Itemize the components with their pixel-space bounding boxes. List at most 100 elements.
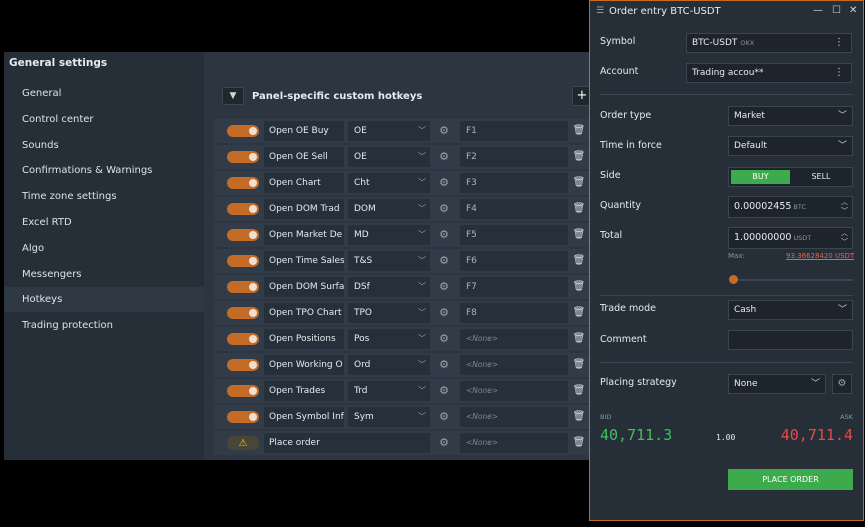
order-type-select[interactable]: Market ﹀ xyxy=(728,106,853,126)
hotkey-abbr-select[interactable]: OE ﹀ xyxy=(348,147,430,167)
gear-icon[interactable]: ⚙ xyxy=(436,253,452,269)
more-icon[interactable]: ⋮ xyxy=(834,34,844,52)
gear-icon[interactable]: ⚙ xyxy=(436,123,452,139)
amount-slider-track[interactable] xyxy=(732,279,853,281)
hotkey-name-field[interactable]: Open DOM Surfa xyxy=(264,277,344,297)
close-icon[interactable]: ✕ xyxy=(849,5,857,16)
hotkey-enabled-toggle[interactable] xyxy=(227,203,259,215)
strategy-settings-button[interactable]: ⚙ xyxy=(832,374,852,394)
hotkey-abbr-select[interactable]: DOM ﹀ xyxy=(348,199,430,219)
hotkey-name-field[interactable]: Open Time Sales xyxy=(264,251,344,271)
hotkey-abbr-select[interactable]: Ord ﹀ xyxy=(348,355,430,375)
hotkey-name-field[interactable]: Open Positions xyxy=(264,329,344,349)
nav-item-control-center[interactable]: Control center xyxy=(4,107,204,132)
hotkey-key-field[interactable]: <None> xyxy=(460,407,568,427)
hotkey-abbr-select[interactable]: Trd ﹀ xyxy=(348,381,430,401)
hotkey-enabled-toggle[interactable] xyxy=(227,411,259,423)
collapse-button[interactable]: ▼ xyxy=(222,87,244,105)
nav-item-messengers[interactable]: Messengers xyxy=(4,262,204,287)
gear-icon[interactable]: ⚙ xyxy=(436,331,452,347)
trash-icon[interactable]: 🗑 xyxy=(572,227,586,243)
hotkey-key-field[interactable]: F7 xyxy=(460,277,568,297)
symbol-field[interactable]: BTC-USDT OKX ⋮ xyxy=(686,33,852,53)
hotkey-name-field[interactable]: Open Market De xyxy=(264,225,344,245)
max-value[interactable]: 93.36628420 USDT xyxy=(786,252,854,260)
trash-icon[interactable]: 🗑 xyxy=(572,123,586,139)
hotkey-abbr-select[interactable]: TPO ﹀ xyxy=(348,303,430,323)
hotkey-key-field[interactable]: F6 xyxy=(460,251,568,271)
nav-item-trading-protection[interactable]: Trading protection xyxy=(4,313,204,338)
menu-icon[interactable]: ☰ xyxy=(596,6,604,16)
gear-icon[interactable]: ⚙ xyxy=(436,305,452,321)
trash-icon[interactable]: 🗑 xyxy=(572,175,586,191)
hotkey-name-field[interactable]: Open DOM Trad xyxy=(264,199,344,219)
gear-icon[interactable]: ⚙ xyxy=(436,435,452,451)
trash-icon[interactable]: 🗑 xyxy=(572,435,586,451)
hotkey-enabled-toggle[interactable] xyxy=(227,177,259,189)
hotkey-key-field[interactable]: F5 xyxy=(460,225,568,245)
minimize-icon[interactable]: — xyxy=(813,5,823,16)
trash-icon[interactable]: 🗑 xyxy=(572,279,586,295)
gear-icon[interactable]: ⚙ xyxy=(436,383,452,399)
hotkey-enabled-toggle[interactable] xyxy=(227,359,259,371)
hotkey-enabled-toggle[interactable] xyxy=(227,307,259,319)
total-field[interactable]: 1.00000000 USDT ︿ ﹀ xyxy=(728,227,853,249)
hotkey-name-field[interactable]: Open Trades xyxy=(264,381,344,401)
trash-icon[interactable]: 🗑 xyxy=(572,149,586,165)
nav-item-algo[interactable]: Algo xyxy=(4,236,204,261)
nav-item-confirmations-warnings[interactable]: Confirmations & Warnings xyxy=(4,158,204,183)
maximize-icon[interactable]: ☐ xyxy=(832,5,841,16)
tif-select[interactable]: Default ﹀ xyxy=(728,136,853,156)
gear-icon[interactable]: ⚙ xyxy=(436,409,452,425)
trash-icon[interactable]: 🗑 xyxy=(572,331,586,347)
hotkey-abbr-select[interactable]: T&S ﹀ xyxy=(348,251,430,271)
gear-icon[interactable]: ⚙ xyxy=(436,149,452,165)
stepper-icon[interactable]: ︿ ﹀ xyxy=(841,198,848,216)
sell-button[interactable]: SELL xyxy=(792,170,850,184)
hotkey-key-field[interactable]: F8 xyxy=(460,303,568,323)
hotkey-abbr-select[interactable]: DSf ﹀ xyxy=(348,277,430,297)
hotkey-name-field[interactable]: Open TPO Chart xyxy=(264,303,344,323)
hotkey-name-field[interactable]: Open OE Sell xyxy=(264,147,344,167)
hotkey-abbr-select[interactable]: Pos ﹀ xyxy=(348,329,430,349)
trash-icon[interactable]: 🗑 xyxy=(572,201,586,217)
hotkey-enabled-toggle[interactable] xyxy=(227,281,259,293)
hotkey-key-field[interactable]: <None> xyxy=(460,355,568,375)
hotkey-enabled-toggle[interactable] xyxy=(227,125,259,137)
warning-icon[interactable]: ⚠ xyxy=(227,436,259,450)
stepper-icon[interactable]: ︿ ﹀ xyxy=(841,229,848,247)
hotkey-name-field[interactable]: Open OE Buy xyxy=(264,121,344,141)
hotkey-name-field[interactable]: Open Chart xyxy=(264,173,344,193)
gear-icon[interactable]: ⚙ xyxy=(436,357,452,373)
trash-icon[interactable]: 🗑 xyxy=(572,383,586,399)
hotkey-abbr-select[interactable]: Sym ﹀ xyxy=(348,407,430,427)
gear-icon[interactable]: ⚙ xyxy=(436,279,452,295)
hotkey-enabled-toggle[interactable] xyxy=(227,255,259,267)
nav-item-general[interactable]: General xyxy=(4,81,204,106)
hotkey-abbr-select[interactable]: MD ﹀ xyxy=(348,225,430,245)
gear-icon[interactable]: ⚙ xyxy=(436,227,452,243)
ask-price[interactable]: 40,711.4 xyxy=(781,426,853,444)
nav-item-excel-rtd[interactable]: Excel RTD xyxy=(4,210,204,235)
gear-icon[interactable]: ⚙ xyxy=(436,201,452,217)
hotkey-key-field[interactable]: F2 xyxy=(460,147,568,167)
hotkey-enabled-toggle[interactable] xyxy=(227,229,259,241)
hotkey-key-field[interactable]: F4 xyxy=(460,199,568,219)
hotkey-key-field[interactable]: <None> xyxy=(460,433,568,453)
nav-item-time-zone-settings[interactable]: Time zone settings xyxy=(4,184,204,209)
place-order-button[interactable]: PLACE ORDER xyxy=(728,469,853,490)
hotkey-name-field[interactable]: Place order xyxy=(264,433,430,453)
nav-item-hotkeys[interactable]: Hotkeys xyxy=(4,287,204,313)
hotkey-abbr-select[interactable]: OE ﹀ xyxy=(348,121,430,141)
trade-mode-select[interactable]: Cash ﹀ xyxy=(728,300,853,320)
comment-field[interactable] xyxy=(728,330,853,350)
trash-icon[interactable]: 🗑 xyxy=(572,253,586,269)
hotkey-enabled-toggle[interactable] xyxy=(227,385,259,397)
hotkey-name-field[interactable]: Open Working O xyxy=(264,355,344,375)
hotkey-key-field[interactable]: <None> xyxy=(460,329,568,349)
account-field[interactable]: Trading accou** ⋮ xyxy=(686,63,852,83)
more-icon[interactable]: ⋮ xyxy=(834,64,844,82)
trash-icon[interactable]: 🗑 xyxy=(572,357,586,373)
hotkey-key-field[interactable]: F1 xyxy=(460,121,568,141)
hotkey-key-field[interactable]: <None> xyxy=(460,381,568,401)
